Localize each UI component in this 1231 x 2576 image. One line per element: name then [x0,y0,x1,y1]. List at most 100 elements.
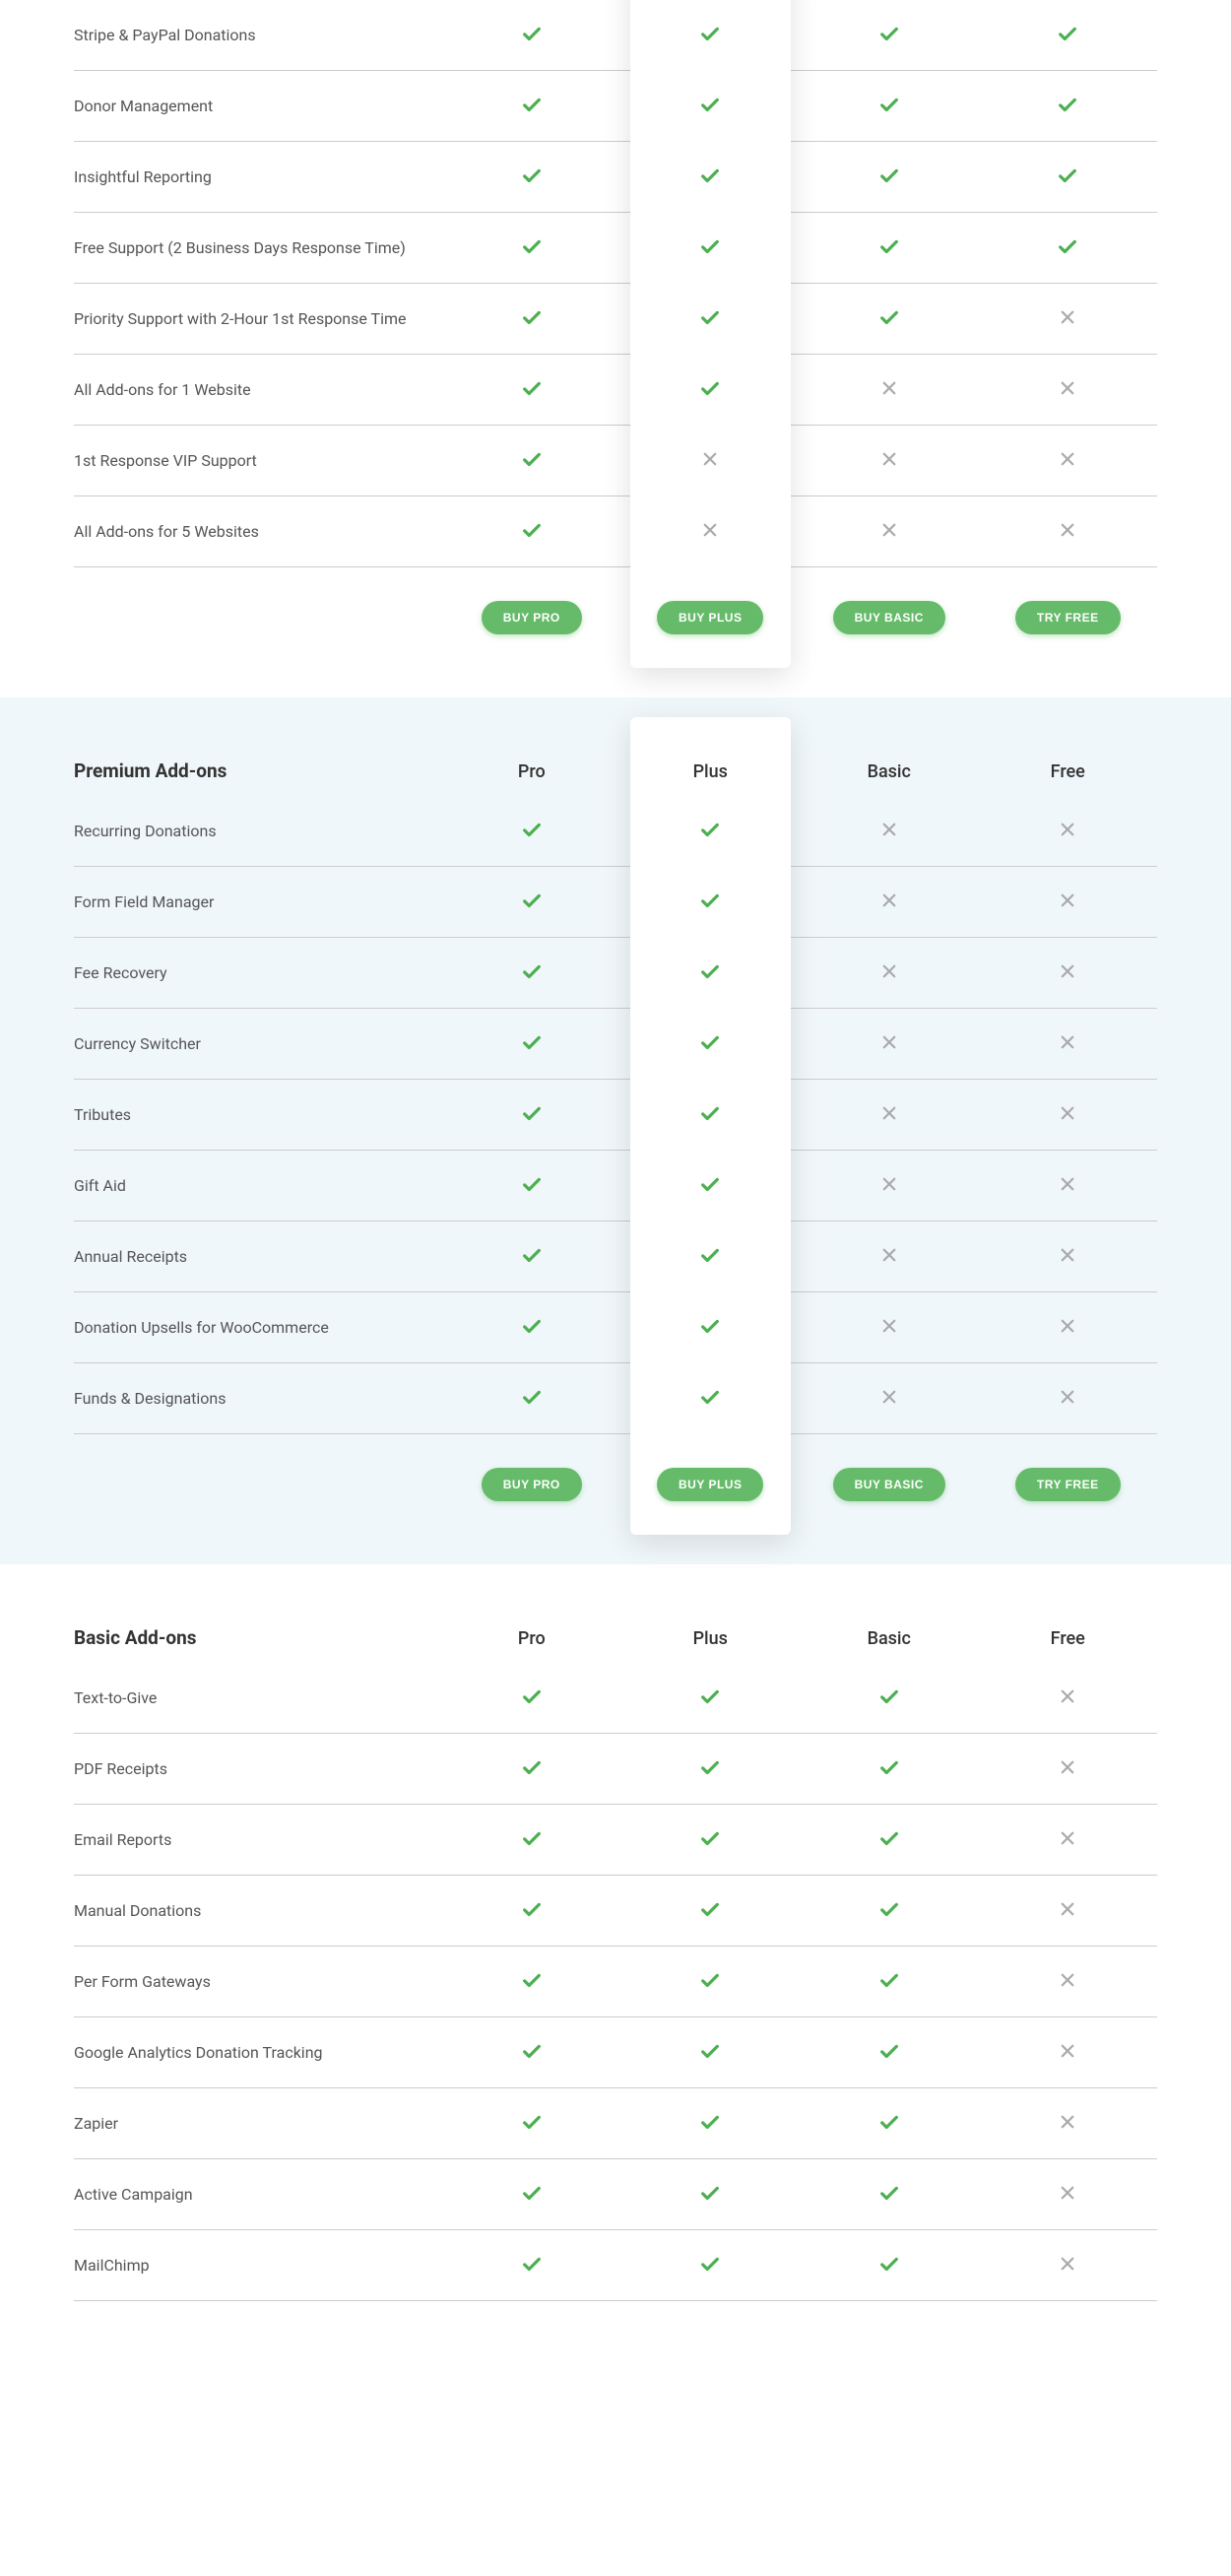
check-icon [521,1756,543,1778]
cross-icon [1059,2255,1076,2273]
feature-cell [979,1829,1158,1851]
check-icon [699,890,721,911]
check-icon [521,1898,543,1920]
feature-cell [979,23,1158,48]
feature-row: All Add-ons for 1 Website [74,355,1157,426]
cross-icon [1059,450,1076,468]
cross-icon [1059,521,1076,539]
feature-cell [800,1175,979,1197]
feature-row: Currency Switcher [74,1009,1157,1080]
check-icon [521,94,543,115]
feature-cell [442,2253,621,2279]
buy-pro-button[interactable]: BUY PRO [482,601,582,634]
feature-row: Funds & Designations [74,1363,1157,1434]
feature-cell [800,23,979,48]
cross-icon [1059,1246,1076,1264]
feature-cell [979,235,1158,261]
feature-row: Form Field Manager [74,867,1157,938]
check-icon [699,1031,721,1053]
feature-cell [442,235,621,261]
cross-icon [880,1175,898,1193]
check-icon [699,2040,721,2062]
cross-icon [1059,1687,1076,1705]
feature-label: Priority Support with 2-Hour 1st Respons… [74,307,442,331]
feature-cell [442,2040,621,2066]
feature-row: Annual Receipts [74,1222,1157,1292]
feature-cell [442,1685,621,1711]
feature-label: Tributes [74,1103,442,1127]
feature-label: MailChimp [74,2254,442,2278]
cross-icon [1059,1317,1076,1335]
feature-cell [442,23,621,48]
plan-header-free: Free [979,761,1158,782]
check-icon [521,2111,543,2133]
cross-icon [880,450,898,468]
feature-cell [621,1031,801,1057]
buy-free-button[interactable]: TRY FREE [1015,1468,1121,1501]
feature-cell [621,1315,801,1341]
feature-cell [442,448,621,474]
cross-icon [880,521,898,539]
check-icon [521,890,543,911]
feature-cell [621,1386,801,1412]
feature-cell [800,1317,979,1339]
feature-label: Currency Switcher [74,1032,442,1056]
check-icon [521,165,543,186]
feature-cell [442,1969,621,1995]
check-icon [878,1756,900,1778]
check-icon [521,1031,543,1053]
check-icon [521,1827,543,1849]
feature-cell [621,23,801,48]
check-icon [521,819,543,840]
cross-icon [1059,1104,1076,1122]
buy-plus-button[interactable]: BUY PLUS [657,1468,763,1501]
cross-icon [1059,2113,1076,2131]
feature-cell [979,1104,1158,1126]
check-icon [521,2182,543,2204]
check-icon [521,1102,543,1124]
feature-cell [979,1246,1158,1268]
feature-row: Google Analytics Donation Tracking [74,2017,1157,2088]
cross-icon [1059,1175,1076,1193]
cross-icon [1059,1971,1076,1989]
feature-label: Google Analytics Donation Tracking [74,2041,442,2065]
check-icon [878,2182,900,2204]
feature-cell [442,1244,621,1270]
feature-cell [979,450,1158,472]
buy-basic-button[interactable]: BUY BASIC [833,601,945,634]
feature-cell [979,821,1158,842]
buy-pro-button[interactable]: BUY PRO [482,1468,582,1501]
cross-icon [1059,892,1076,909]
check-icon [699,1685,721,1707]
feature-cell [800,1033,979,1055]
feature-cell [442,890,621,915]
check-icon [699,1173,721,1195]
feature-label: Email Reports [74,1828,442,1852]
feature-cell [442,306,621,332]
buy-free-button[interactable]: TRY FREE [1015,601,1121,634]
cross-icon [880,1104,898,1122]
feature-cell [800,1388,979,1410]
check-icon [878,235,900,257]
feature-row: MailChimp [74,2230,1157,2301]
feature-row: Text-to-Give [74,1663,1157,1734]
cross-icon [1059,1829,1076,1847]
feature-cell [800,379,979,401]
feature-cell [621,1685,801,1711]
check-icon [1057,23,1078,44]
feature-cell [442,519,621,545]
feature-row: 1st Response VIP Support [74,426,1157,496]
feature-cell [979,1033,1158,1055]
cross-icon [1059,1388,1076,1406]
feature-cell [621,521,801,543]
feature-cell [621,1898,801,1924]
feature-cell [979,1175,1158,1197]
feature-cell [621,2253,801,2279]
buy-basic-button[interactable]: BUY BASIC [833,1468,945,1501]
feature-cell [979,1758,1158,1780]
pricing-section-basic: Basic Add-onsProPlusBasicFreeText-to-Giv… [0,1564,1231,2360]
buy-plus-button[interactable]: BUY PLUS [657,601,763,634]
feature-label: Form Field Manager [74,891,442,914]
feature-row: Stripe & PayPal Donations [74,0,1157,71]
feature-row: Fee Recovery [74,938,1157,1009]
